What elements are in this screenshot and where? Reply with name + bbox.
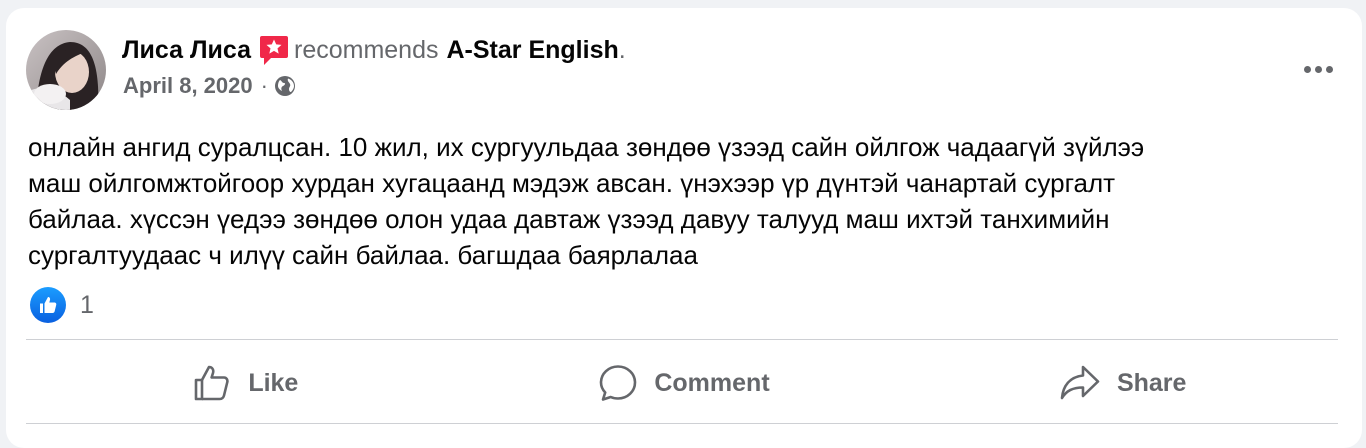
share-button-label: Share: [1116, 368, 1187, 397]
like-button[interactable]: Like: [26, 352, 465, 414]
thumbs-up-icon: [195, 365, 230, 401]
avatar-image: [26, 30, 106, 110]
comment-icon: [600, 365, 637, 401]
post-header: Лиса Лиса recommends A-Star English .: [122, 34, 626, 66]
like-button-label: Like: [248, 368, 299, 397]
recommend-star-icon: [259, 34, 289, 66]
post-card: Лиса Лиса recommends A-Star English . Ap…: [6, 8, 1362, 448]
post-body-text: онлайн ангид суралцсан. 10 жил, их сургу…: [28, 132, 1145, 270]
reaction-count: 1: [80, 290, 94, 319]
post-meta: April 8, 2020 ·: [123, 73, 296, 99]
comment-button-label: Comment: [654, 368, 770, 397]
meta-separator: ·: [260, 73, 268, 98]
comment-button[interactable]: Comment: [465, 352, 904, 414]
page-name-link[interactable]: A-Star English: [447, 34, 619, 66]
reactions-summary[interactable]: 1: [30, 287, 94, 323]
recommends-text: recommends: [294, 36, 439, 64]
avatar[interactable]: [26, 30, 106, 110]
more-dot-icon: [1325, 65, 1333, 73]
like-reaction-icon: [30, 287, 66, 323]
more-dot-icon: [1314, 65, 1322, 73]
action-bar: Like Comment Share: [26, 352, 1342, 414]
divider: [26, 423, 1338, 424]
share-icon: [1060, 365, 1100, 400]
post-date[interactable]: April 8, 2020: [123, 73, 253, 99]
more-dot-icon: [1303, 65, 1311, 73]
period: .: [618, 36, 626, 64]
share-button[interactable]: Share: [903, 352, 1342, 414]
globe-icon[interactable]: [274, 75, 296, 97]
divider: [26, 339, 1338, 340]
more-options-button[interactable]: [1296, 54, 1340, 84]
author-name[interactable]: Лиса Лиса: [122, 34, 251, 66]
